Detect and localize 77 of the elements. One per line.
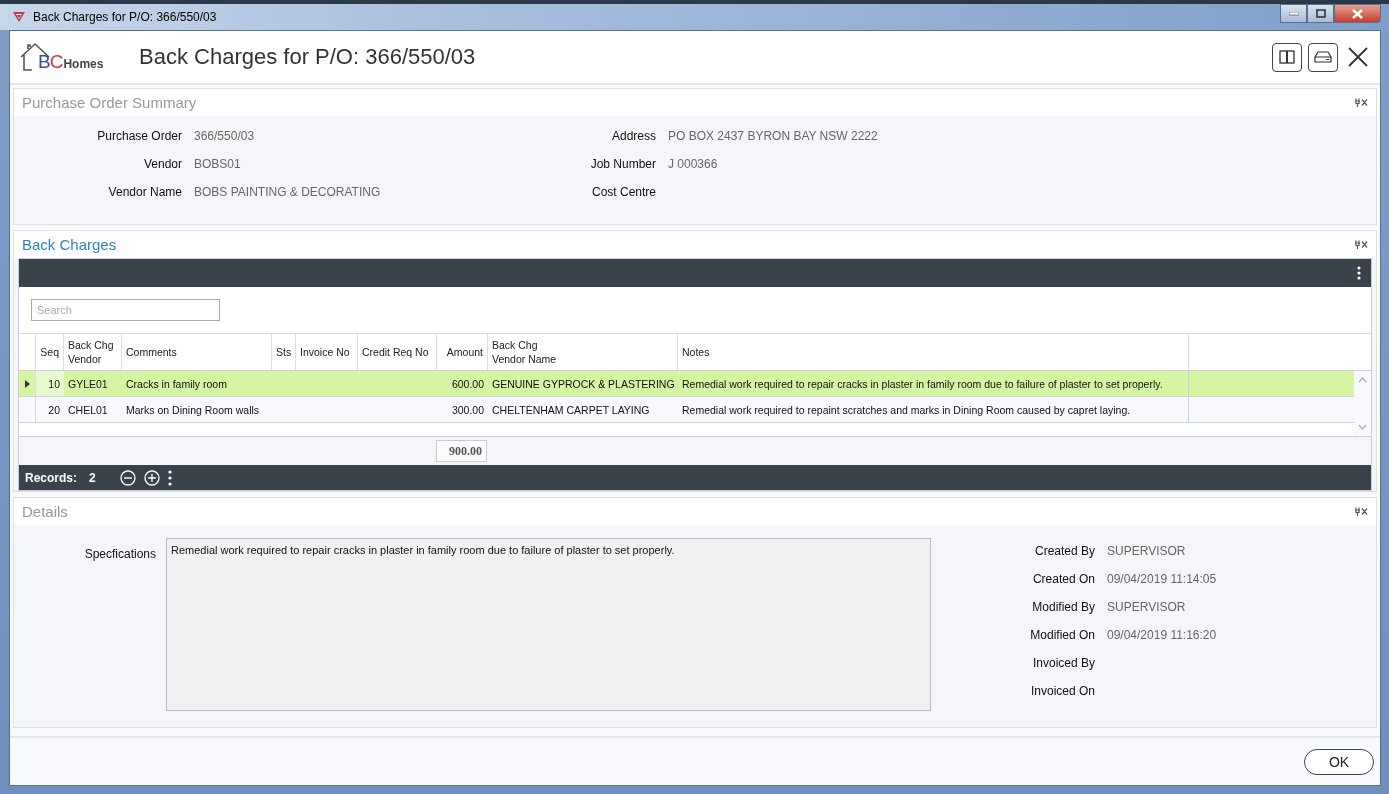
- specifications-field[interactable]: Remedial work required to repair cracks in plaster in family room due to failure of plaster to set properly.: [166, 538, 931, 711]
- pin-close-icon[interactable]: [1354, 507, 1368, 516]
- field-value: BOBS PAINTING & DECORATING: [194, 185, 382, 201]
- row-indicator-icon: [24, 379, 30, 388]
- column-header[interactable]: Notes: [678, 334, 1189, 370]
- table-cell: GYLE01: [68, 377, 108, 390]
- table-cell: 300.00: [451, 403, 484, 416]
- records-label: Records:: [25, 470, 77, 485]
- field-label: Vendor Name: [107, 185, 182, 201]
- logo-text: BCHomes: [38, 50, 104, 73]
- records-count: 2: [89, 470, 96, 485]
- table-cell: Remedial work required to repair cracks in plaster in family room due to failure of plaster to set properly.: [682, 377, 1163, 390]
- table-cell: Marks on Dining Room walls: [126, 403, 260, 416]
- amount-total: 900.00: [436, 440, 487, 462]
- panel-title: Purchase Order Summary: [22, 94, 197, 111]
- field-label: Vendor: [142, 157, 182, 173]
- field-label: Modified By: [1031, 600, 1095, 616]
- field-label: Invoiced On: [1029, 684, 1095, 700]
- field-label: Specfications: [83, 546, 156, 563]
- more-icon[interactable]: [1357, 266, 1361, 280]
- table-row[interactable]: 10 GYLE01 Cracks in family room 600.00 GENUINE GYPROCK & PLASTERING Remedial work required to repair cracks in plaster in family room due to failure of plaster to set properly.: [19, 371, 1354, 397]
- column-header[interactable]: Invoice No: [296, 334, 358, 370]
- ok-button[interactable]: OK: [1304, 748, 1374, 775]
- field-label: Invoiced By: [1031, 656, 1095, 672]
- field-value: 366/550/03: [194, 129, 256, 145]
- field-label: Address: [610, 129, 656, 145]
- panel-title: Back Charges: [22, 236, 117, 253]
- field-value: SUPERVISOR: [1107, 544, 1186, 560]
- table-cell: Cracks in family room: [126, 377, 227, 390]
- column-header[interactable]: Amount: [437, 334, 488, 370]
- remove-icon[interactable]: [119, 469, 136, 486]
- field-label: Purchase Order: [96, 129, 182, 145]
- field-label: Created On: [1031, 572, 1095, 588]
- table-row[interactable]: 20 CHEL01 Marks on Dining Room walls 300.00 CHELTENHAM CARPET LAYING Remedial work required to repaint scratches and marks in Dining Room caused by capret laying.: [19, 397, 1354, 423]
- field-value: J 000366: [668, 157, 718, 173]
- field-value: BOBS01: [194, 157, 242, 173]
- column-header[interactable]: Comments: [122, 334, 272, 370]
- field-label: Cost Centre: [590, 185, 656, 201]
- dialog-title: Back Charges for P/O: 366/550/03: [139, 44, 476, 70]
- table-cell: CHEL01: [68, 403, 108, 416]
- minimize-icon: [1288, 11, 1299, 16]
- window-title: Back Charges for P/O: 366/550/03: [33, 10, 217, 24]
- table-cell: 600.00: [451, 377, 484, 390]
- add-icon[interactable]: [143, 469, 160, 486]
- field-value: 09/04/2019 11:16:20: [1107, 628, 1217, 644]
- pin-close-icon[interactable]: [1354, 98, 1368, 107]
- close-icon: [1352, 8, 1363, 19]
- close-button[interactable]: [1334, 4, 1381, 23]
- pin-close-icon[interactable]: [1354, 240, 1368, 249]
- field-value: PO BOX 2437 BYRON BAY NSW 2222: [668, 129, 878, 145]
- panel-title: Details: [22, 503, 68, 520]
- app-icon: [12, 11, 26, 23]
- table-cell: CHELTENHAM CARPET LAYING: [492, 403, 650, 416]
- drive-icon: [1314, 51, 1332, 63]
- search-field[interactable]: Search: [31, 299, 220, 321]
- field-label: Created By: [1033, 544, 1095, 560]
- split-view-button[interactable]: [1272, 42, 1302, 72]
- column-header[interactable]: Seq: [36, 334, 64, 370]
- maximize-button[interactable]: [1307, 4, 1334, 23]
- field-value: 09/04/2019 11:14:05: [1107, 572, 1217, 588]
- table-cell: 10: [48, 377, 60, 390]
- field-value: SUPERVISOR: [1107, 600, 1186, 616]
- column-header[interactable]: Back Chg Vendor: [64, 334, 122, 370]
- maximize-icon: [1315, 9, 1326, 18]
- drive-button[interactable]: [1308, 42, 1338, 72]
- minimize-button[interactable]: [1280, 4, 1307, 23]
- split-view-icon: [1279, 50, 1295, 64]
- field-label: Modified On: [1029, 628, 1095, 644]
- table-cell: 20: [48, 403, 60, 416]
- house-icon: [20, 41, 50, 72]
- table-cell: Remedial work required to repaint scratches and marks in Dining Room caused by capret laying.: [682, 403, 1131, 416]
- table-cell: GENUINE GYPROCK & PLASTERING: [492, 377, 675, 390]
- field-label: Job Number: [589, 157, 656, 173]
- column-header[interactable]: Sts: [272, 334, 296, 370]
- column-header[interactable]: Credit Req No: [358, 334, 437, 370]
- more-icon[interactable]: [167, 469, 172, 486]
- column-header[interactable]: Back Chg Vendor Name: [488, 334, 678, 370]
